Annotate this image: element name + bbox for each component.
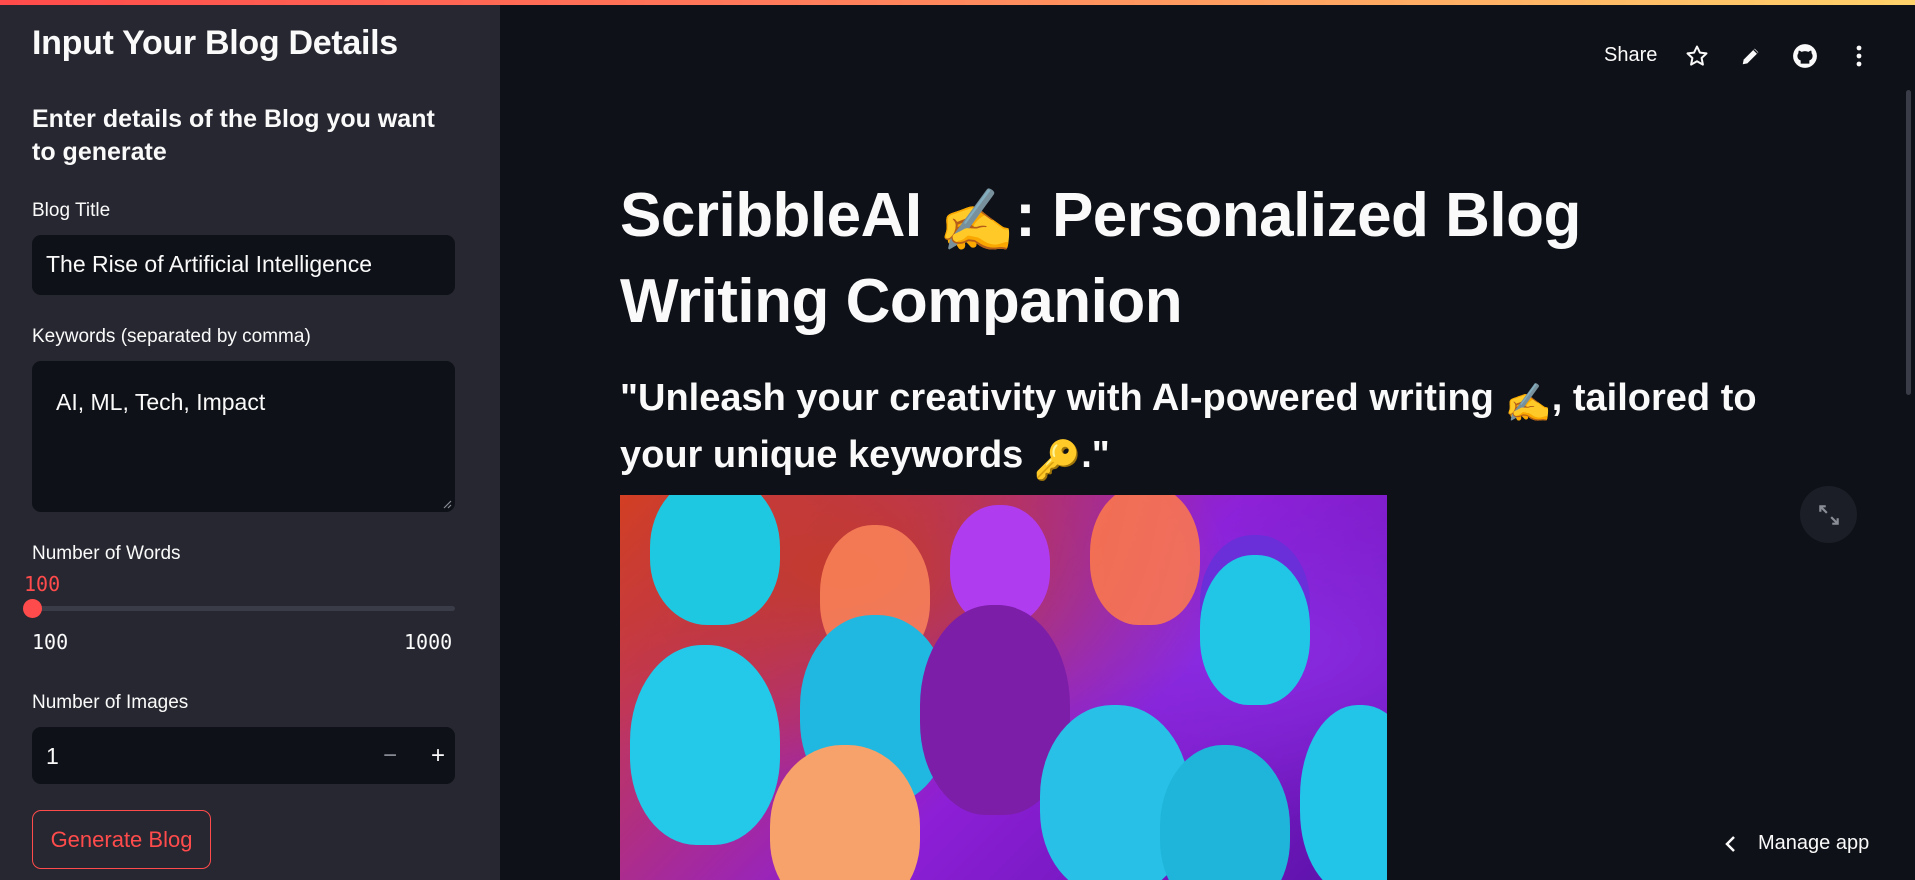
manage-app-label: Manage app [1758, 832, 1870, 854]
sidebar: Input Your Blog Details Enter details of… [0, 0, 500, 880]
blog-title-value: The Rise of Artificial Intelligence [46, 251, 372, 277]
increment-button[interactable]: + [414, 727, 462, 784]
words-slider-max: 1000 [404, 630, 453, 654]
images-label: Number of Images [32, 692, 189, 713]
title-text: ScribbleAI [620, 181, 939, 250]
writing-hand-icon: ✍️ [938, 187, 1016, 256]
page-subtitle: "Unleash your creativity with AI-powered… [620, 373, 1800, 487]
images-number-input[interactable]: 1 − + [32, 727, 455, 784]
hero-image [620, 495, 1387, 880]
words-slider-track[interactable] [32, 606, 455, 611]
words-label: Number of Words [32, 543, 181, 564]
top-decoration-bar [0, 0, 1915, 5]
page-title: ScribbleAI ✍️: Personalized Blog Writing… [620, 176, 1650, 342]
resize-handle-icon[interactable] [442, 499, 452, 509]
manage-app-button[interactable]: Manage app [1724, 832, 1869, 855]
pencil-icon[interactable] [1736, 41, 1766, 71]
github-icon[interactable] [1790, 41, 1820, 71]
sidebar-subtitle: Enter details of the Blog you want to ge… [32, 105, 435, 166]
chevron-left-icon [1725, 835, 1735, 852]
blog-title-label: Blog Title [32, 200, 111, 221]
share-button[interactable]: Share [1604, 44, 1657, 67]
words-slider-thumb[interactable] [23, 599, 42, 618]
more-vertical-icon[interactable] [1844, 41, 1874, 71]
sidebar-title: Input Your Blog Details [32, 24, 398, 62]
key-icon: 🔑 [1033, 440, 1082, 482]
images-value: 1 [46, 743, 59, 769]
expand-icon [1818, 504, 1839, 525]
scrollbar[interactable] [1906, 90, 1911, 395]
writing-hand-icon-small: ✍️ [1504, 383, 1552, 425]
blog-title-input[interactable]: The Rise of Artificial Intelligence [32, 235, 455, 295]
decrement-button[interactable]: − [366, 727, 414, 784]
generate-blog-button[interactable]: Generate Blog [32, 810, 211, 869]
words-slider-value: 100 [24, 572, 61, 596]
keywords-label: Keywords (separated by comma) [32, 326, 311, 347]
subtitle-text-end: ." [1081, 434, 1110, 476]
fullscreen-button[interactable] [1800, 486, 1857, 543]
words-slider-min: 100 [32, 630, 69, 654]
subtitle-text: "Unleash your creativity with AI-powered… [620, 377, 1505, 419]
keywords-textarea[interactable]: AI, ML, Tech, Impact [32, 361, 455, 512]
keywords-value: AI, ML, Tech, Impact [56, 389, 266, 415]
star-icon[interactable] [1682, 41, 1712, 71]
